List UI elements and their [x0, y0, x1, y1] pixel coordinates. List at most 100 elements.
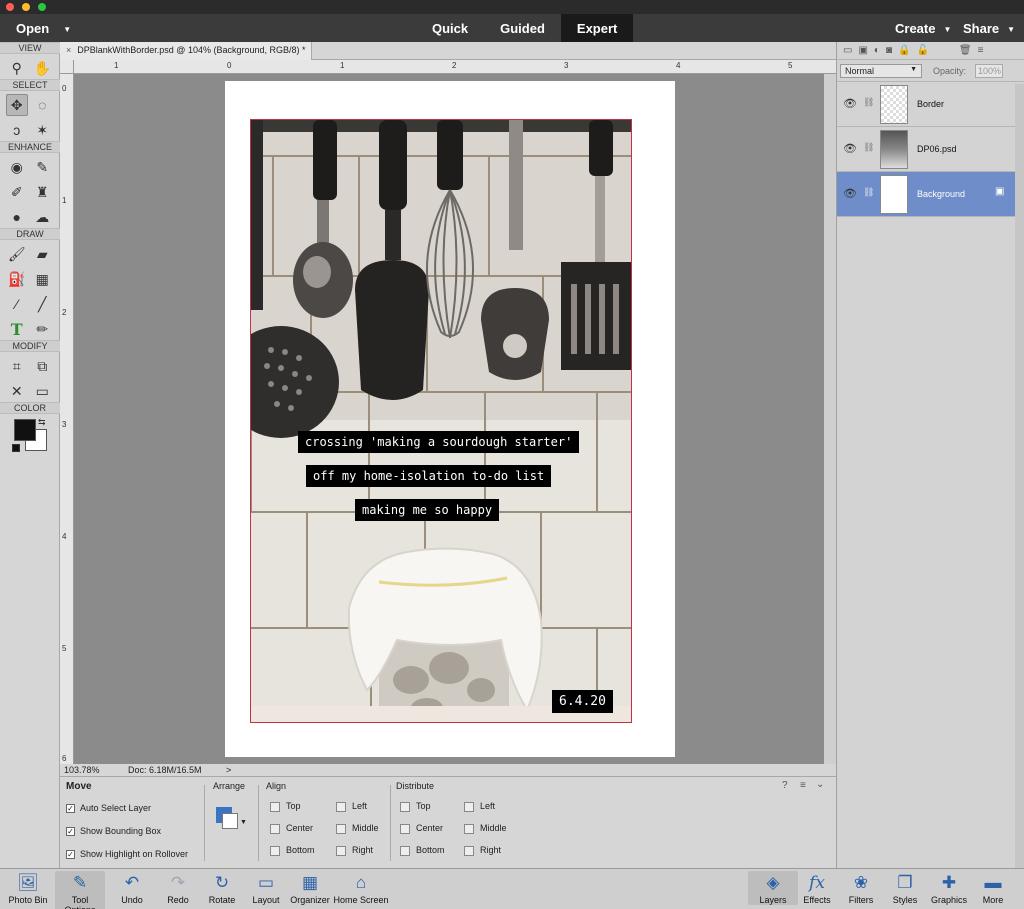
- help-icon[interactable]: ?: [782, 780, 788, 791]
- panel-menu-icon[interactable]: ≡: [978, 45, 984, 56]
- distribute-right-button[interactable]: Right: [464, 845, 501, 856]
- show-bounding-box-checkbox[interactable]: ✓ Show Bounding Box: [66, 826, 161, 837]
- align-bottom-button[interactable]: Bottom: [270, 845, 315, 856]
- link-icon[interactable]: ⛓: [863, 142, 874, 153]
- pencil-icon[interactable]: ✏: [31, 318, 53, 340]
- lock-all-icon[interactable]: 🔒: [898, 45, 910, 56]
- straighten-icon[interactable]: ▭: [31, 380, 53, 402]
- canvas-vertical-scrollbar[interactable]: [824, 74, 836, 764]
- hand-icon[interactable]: ✋: [31, 57, 53, 79]
- lock-transparency-icon[interactable]: 🔓: [916, 45, 928, 56]
- close-tab-icon[interactable]: ×: [66, 45, 71, 55]
- crop-icon[interactable]: ⌗: [6, 355, 28, 377]
- distribute-center-button[interactable]: Center: [400, 823, 443, 834]
- layer-mask-icon[interactable]: ◙: [886, 45, 892, 56]
- swap-colors-icon[interactable]: ⇆: [38, 417, 46, 428]
- content-aware-move-icon[interactable]: ✕: [6, 380, 28, 402]
- caption-line-2: off my home-isolation to-do list: [306, 465, 552, 487]
- open-menu[interactable]: Open ▼: [16, 21, 71, 36]
- home-screen-button[interactable]: ⌂ Home Screen: [333, 871, 389, 905]
- minimize-window-icon[interactable]: [22, 3, 30, 11]
- arrange-stack-icon[interactable]: ▼: [216, 807, 247, 833]
- opacity-field[interactable]: 100%: [975, 64, 1003, 78]
- layer-background[interactable]: 👁 ⛓ Background ▣: [837, 172, 1015, 217]
- distribute-left-button[interactable]: Left: [464, 801, 495, 812]
- document-tab[interactable]: × DPBlankWithBorder.psd @ 104% (Backgroun…: [60, 42, 312, 60]
- effects-button[interactable]: fx Effects: [792, 871, 842, 905]
- visibility-eye-icon[interactable]: 👁: [843, 97, 857, 110]
- brush-icon[interactable]: 🖌: [6, 243, 28, 265]
- rotate-button[interactable]: ↻ Rotate: [197, 871, 247, 905]
- foreground-color-swatch[interactable]: [14, 419, 36, 441]
- kitchen-utensils-photo[interactable]: [250, 119, 632, 723]
- show-highlight-checkbox[interactable]: ✓ Show Highlight on Rollover: [66, 849, 188, 860]
- undo-button[interactable]: ↶ Undo: [107, 871, 157, 905]
- tool-options-button[interactable]: ✎ Tool Options: [55, 871, 105, 909]
- red-eye-icon[interactable]: ◉: [6, 156, 28, 178]
- new-layer-icon[interactable]: ▭: [843, 45, 852, 56]
- layers-button[interactable]: ◈ Layers: [748, 871, 798, 905]
- gradient-icon[interactable]: ▦: [31, 268, 53, 290]
- link-icon[interactable]: ⛓: [863, 97, 874, 108]
- organizer-button[interactable]: ▦ Organizer: [285, 871, 335, 905]
- default-colors-icon[interactable]: [12, 444, 20, 452]
- move-icon[interactable]: ✥: [5, 94, 28, 116]
- magic-wand-icon[interactable]: ✶: [31, 119, 53, 141]
- close-window-icon[interactable]: [6, 3, 14, 11]
- layout-button[interactable]: ▭ Layout: [241, 871, 291, 905]
- new-group-icon[interactable]: ▣: [858, 45, 867, 56]
- share-menu[interactable]: Share ▼: [963, 21, 1015, 36]
- taskbar-label: Redo: [167, 895, 189, 905]
- photo-bin-button[interactable]: 🖼 Photo Bin: [3, 871, 53, 905]
- collapse-chevron-icon[interactable]: ⌄: [816, 779, 824, 790]
- options-menu-icon[interactable]: ≡: [800, 780, 806, 791]
- align-middle-button[interactable]: Middle: [336, 823, 379, 834]
- more-button[interactable]: ▬ More: [968, 871, 1018, 905]
- spot-healing-icon[interactable]: ✎: [31, 156, 53, 178]
- distribute-bottom-button[interactable]: Bottom: [400, 845, 445, 856]
- visibility-eye-icon[interactable]: 👁: [843, 187, 857, 200]
- zoom-readout[interactable]: 103.78%: [64, 765, 100, 775]
- recompose-icon[interactable]: ⧉: [31, 355, 53, 377]
- styles-button[interactable]: ❐ Styles: [880, 871, 930, 905]
- layer-dp06[interactable]: 👁 ⛓ DP06.psd: [837, 127, 1015, 172]
- sponge-icon[interactable]: ☁: [31, 206, 53, 228]
- align-right-button[interactable]: Right: [336, 845, 373, 856]
- status-expand-arrow[interactable]: >: [226, 765, 231, 775]
- layer-border[interactable]: 👁 ⛓ Border: [837, 82, 1015, 127]
- paint-bucket-icon[interactable]: ⛽: [6, 268, 28, 290]
- link-icon[interactable]: ⛓: [863, 187, 874, 198]
- delete-layer-icon[interactable]: 🗑: [959, 45, 972, 56]
- align-center-button[interactable]: Center: [270, 823, 313, 834]
- auto-select-layer-checkbox[interactable]: ✓ Auto Select Layer: [66, 803, 151, 814]
- redo-button[interactable]: ↷ Redo: [153, 871, 203, 905]
- clone-stamp-icon[interactable]: ♜: [31, 181, 53, 203]
- ruler-h-label: 0: [227, 61, 232, 70]
- blend-mode-select[interactable]: Normal ▼: [840, 64, 922, 78]
- ruler-h-label: 5: [788, 61, 793, 70]
- align-top-button[interactable]: Top: [270, 801, 301, 812]
- filters-button[interactable]: ❀ Filters: [836, 871, 886, 905]
- layers-scrollbar[interactable]: [1015, 84, 1024, 868]
- align-left-button[interactable]: Left: [336, 801, 367, 812]
- lasso-icon[interactable]: ↄ: [6, 119, 28, 141]
- zoom-window-icon[interactable]: [38, 3, 46, 11]
- eraser-icon[interactable]: ▰: [31, 243, 53, 265]
- visibility-eye-icon[interactable]: 👁: [843, 142, 857, 155]
- section-enhance: ENHANCE: [0, 141, 60, 153]
- adjustment-layer-icon[interactable]: ◐: [874, 45, 880, 56]
- eyedropper-icon[interactable]: ⁄: [6, 293, 28, 315]
- zoom-icon[interactable]: ⚲: [6, 57, 28, 79]
- blur-icon[interactable]: ●: [6, 206, 28, 228]
- distribute-top-button[interactable]: Top: [400, 801, 431, 812]
- type-icon[interactable]: T: [6, 318, 28, 340]
- line-icon[interactable]: ╱: [31, 293, 53, 315]
- distribute-middle-button[interactable]: Middle: [464, 823, 507, 834]
- mode-quick[interactable]: Quick: [416, 14, 484, 42]
- create-menu[interactable]: Create ▼: [895, 21, 951, 36]
- mode-expert[interactable]: Expert: [560, 14, 634, 42]
- marquee-icon[interactable]: ◌: [31, 94, 53, 116]
- mode-guided[interactable]: Guided: [484, 14, 561, 42]
- graphics-button[interactable]: ✚ Graphics: [924, 871, 974, 905]
- smart-brush-icon[interactable]: ✐: [6, 181, 28, 203]
